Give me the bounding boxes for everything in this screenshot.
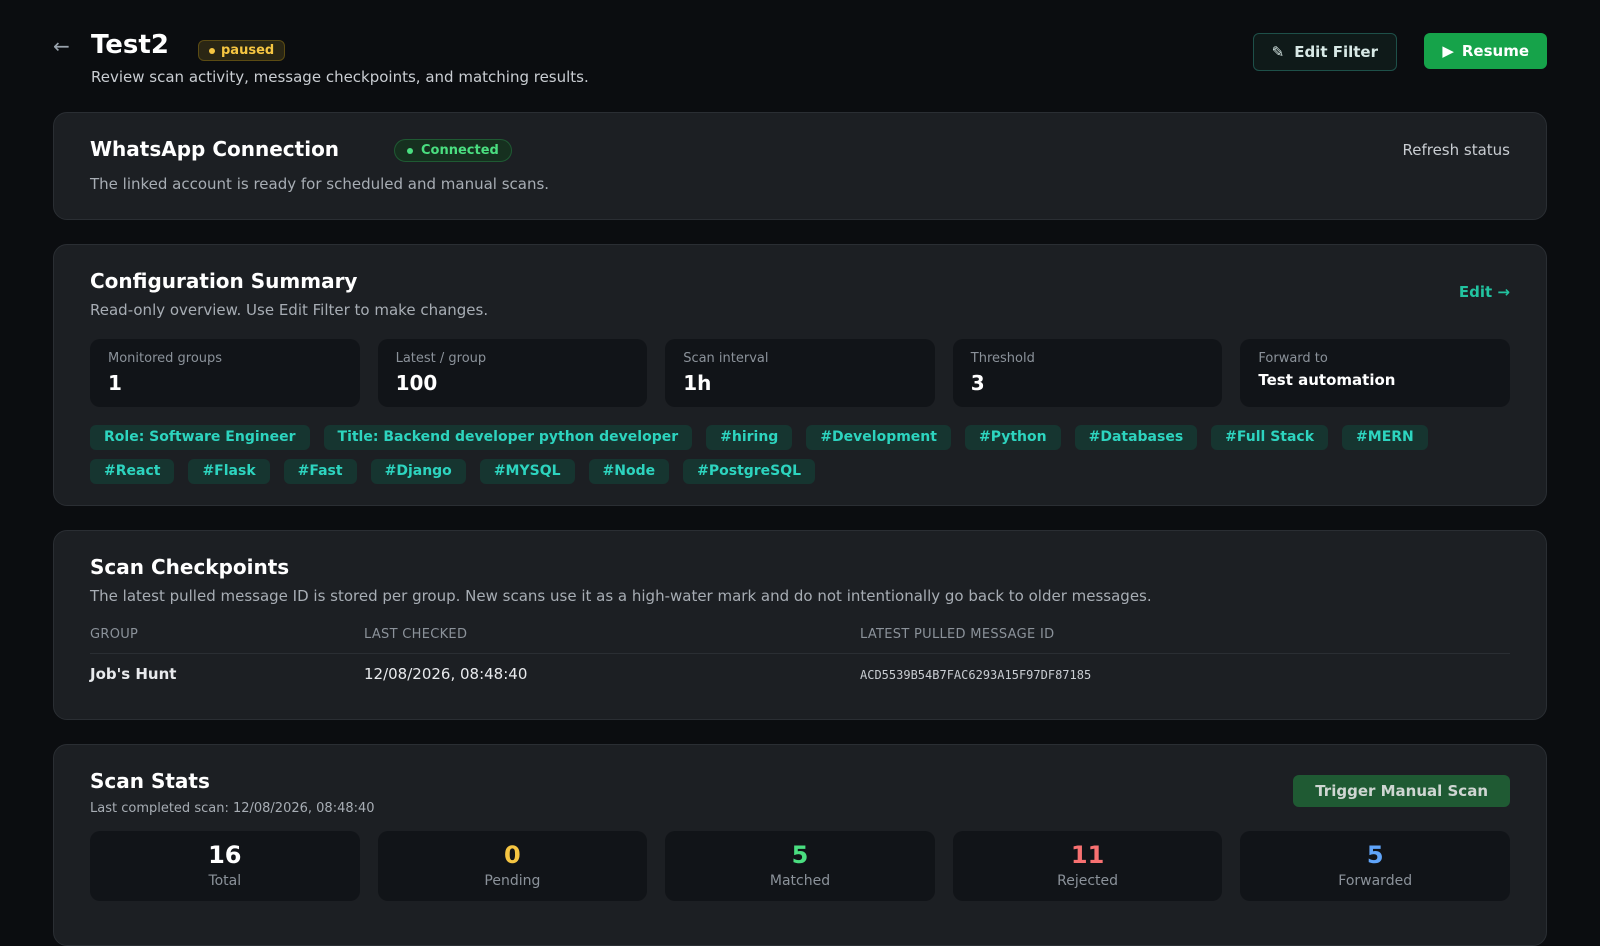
stat-pending: 0 Pending xyxy=(377,831,648,901)
stat-value: 11 xyxy=(1070,841,1105,869)
tag-chip: #MYSQL xyxy=(479,459,575,484)
forward-to-tile: Forward to Test automation xyxy=(1240,339,1510,407)
stat-label: Pending xyxy=(484,873,541,889)
stat-value: 16 xyxy=(208,841,242,869)
trigger-label: Trigger Manual Scan xyxy=(1315,782,1488,800)
config-tiles: Monitored groups 1 Latest / group 100 Sc… xyxy=(90,339,1510,407)
config-description: Read-only overview. Use Edit Filter to m… xyxy=(90,301,489,319)
back-arrow-icon[interactable]: ← xyxy=(53,34,77,58)
play-icon: ▶ xyxy=(1442,42,1454,60)
tile-value: 1 xyxy=(108,371,122,395)
tag-chip: #Databases xyxy=(1074,425,1198,450)
configuration-summary-card: Configuration Summary Read-only overview… xyxy=(53,244,1547,506)
pencil-icon: ✎ xyxy=(1271,43,1285,61)
edit-config-link[interactable]: Edit → xyxy=(1459,283,1510,301)
tag-chip: #Flask xyxy=(188,459,270,484)
column-header-last-checked: LAST CHECKED xyxy=(364,627,468,642)
stat-value: 5 xyxy=(791,841,809,869)
checkpoints-table: GROUP LAST CHECKED LATEST PULLED MESSAGE… xyxy=(90,627,1510,697)
trigger-manual-scan-button[interactable]: Trigger Manual Scan xyxy=(1293,775,1510,807)
threshold-tile: Threshold 3 xyxy=(952,339,1223,407)
tile-value: 100 xyxy=(395,371,438,395)
tile-label: Monitored groups xyxy=(108,351,223,366)
tag-chip: #hiring xyxy=(706,425,793,450)
cell-message-id: ACD5539B54B7FAC6293A15F97DF87185 xyxy=(860,668,1092,682)
tag-chip: Role: Software Engineer xyxy=(90,425,310,450)
tile-value: Test automation xyxy=(1258,371,1396,389)
tag-chip: #MERN xyxy=(1342,425,1428,450)
stat-value: 0 xyxy=(504,841,521,869)
stat-total: 16 Total xyxy=(90,831,360,901)
stat-matched: 5 Matched xyxy=(665,831,935,901)
stats-title: Scan Stats xyxy=(90,769,210,793)
tile-label: Latest / group xyxy=(395,351,487,366)
scan-checkpoints-card: Scan Checkpoints The latest pulled messa… xyxy=(53,530,1547,720)
stat-value: 5 xyxy=(1366,841,1384,869)
tag-chip: #Node xyxy=(588,459,670,484)
last-completed-scan: Last completed scan: 12/08/2026, 08:48:4… xyxy=(90,801,375,816)
connection-title: WhatsApp Connection xyxy=(90,137,340,161)
stat-label: Total xyxy=(208,873,242,889)
tag-chip: #Python xyxy=(964,425,1061,450)
tile-value: 3 xyxy=(970,371,985,395)
stat-forwarded: 5 Forwarded xyxy=(1240,831,1510,901)
monitored-groups-tile: Monitored groups 1 xyxy=(90,339,360,407)
stat-label: Rejected xyxy=(1057,873,1119,889)
table-divider xyxy=(90,653,1510,654)
latest-per-group-tile: Latest / group 100 xyxy=(377,339,648,407)
connection-status-label: Connected xyxy=(421,143,499,158)
connection-description: The linked account is ready for schedule… xyxy=(90,175,550,193)
tag-chip: #React xyxy=(90,459,175,484)
page-header: ← Test2 paused Review scan activity, mes… xyxy=(53,30,1547,90)
resume-label: Resume xyxy=(1461,42,1529,60)
edit-filter-button[interactable]: ✎ Edit Filter xyxy=(1252,33,1397,71)
checkpoints-description: The latest pulled message ID is stored p… xyxy=(90,587,1152,605)
scan-stats-card: Scan Stats Last completed scan: 12/08/20… xyxy=(53,744,1547,946)
tag-chip: #Django xyxy=(370,459,466,484)
connected-dot-icon xyxy=(407,147,413,154)
refresh-status-button[interactable]: Refresh status xyxy=(1402,141,1510,159)
tag-chip: #Development xyxy=(806,425,951,450)
stat-label: Forwarded xyxy=(1338,873,1413,889)
resume-button[interactable]: ▶ Resume xyxy=(1424,33,1547,69)
status-dot-icon xyxy=(209,47,215,54)
page-title: Test2 xyxy=(91,30,169,60)
scan-interval-tile: Scan interval 1h xyxy=(665,339,935,407)
stat-counts: 16 Total 0 Pending 5 Matched 11 Rejected… xyxy=(90,831,1510,901)
page-subtitle: Review scan activity, message checkpoint… xyxy=(91,68,589,86)
connection-status-badge: Connected xyxy=(394,139,512,162)
tag-chip: #PostgreSQL xyxy=(683,459,816,484)
filter-tags: Role: Software Engineer Title: Backend d… xyxy=(90,425,1510,484)
cell-group: Job's Hunt xyxy=(90,665,177,683)
status-badge: paused xyxy=(198,40,286,61)
page: ← Test2 paused Review scan activity, mes… xyxy=(0,0,1600,946)
cell-last-checked: 12/08/2026, 08:48:40 xyxy=(364,665,528,683)
tag-chip: Title: Backend developer python develope… xyxy=(323,425,693,450)
whatsapp-connection-card: WhatsApp Connection Connected The linked… xyxy=(53,112,1547,220)
tile-value: 1h xyxy=(683,371,712,395)
column-header-message-id: LATEST PULLED MESSAGE ID xyxy=(860,627,1055,642)
tile-label: Threshold xyxy=(970,351,1035,366)
edit-filter-label: Edit Filter xyxy=(1294,43,1378,61)
checkpoints-title: Scan Checkpoints xyxy=(90,555,290,579)
tag-chip: #Full Stack xyxy=(1211,425,1329,450)
tile-label: Scan interval xyxy=(683,351,769,366)
stat-rejected: 11 Rejected xyxy=(952,831,1223,901)
tile-label: Forward to xyxy=(1258,351,1328,366)
status-label: paused xyxy=(221,43,275,58)
stat-label: Matched xyxy=(769,873,831,889)
config-title: Configuration Summary xyxy=(90,269,358,293)
column-header-group: GROUP xyxy=(90,627,139,642)
tag-chip: #Fast xyxy=(283,459,357,484)
